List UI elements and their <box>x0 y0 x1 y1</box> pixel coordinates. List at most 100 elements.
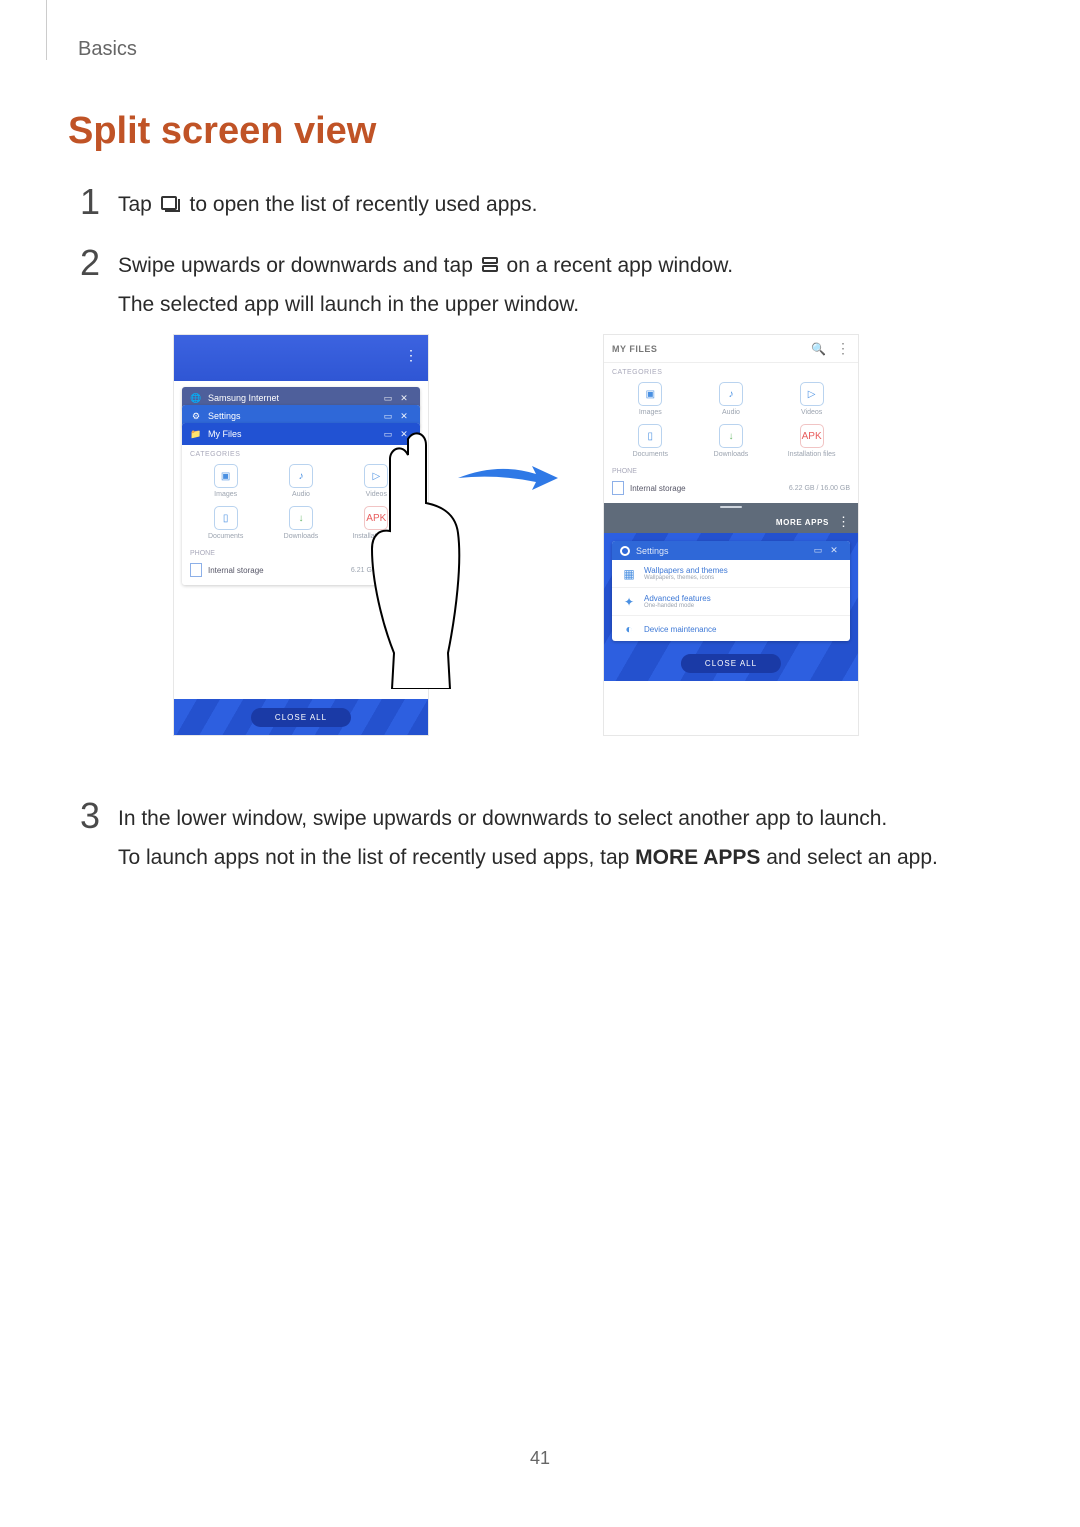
apk-icon: APK <box>364 506 388 530</box>
upper-app-title: MY FILES <box>612 344 811 354</box>
step-2-line1-pre: Swipe upwards or downwards and tap <box>118 254 479 277</box>
step-1-text-pre: Tap <box>118 193 158 216</box>
storage-usage: 6.22 GB / 16.00 GB <box>789 485 850 492</box>
cat-label: Images <box>188 491 263 498</box>
step-3-line1: In the lower window, swipe upwards or do… <box>118 807 887 830</box>
internal-storage-row: Internal storage 6.22 GB / 16.00 GB <box>604 477 858 503</box>
upper-app-body: CATEGORIES ▣ Images ♪ Audio ▷ Videos ▯ Docum… <box>604 363 858 503</box>
split-icon: ▭ <box>810 545 826 556</box>
images-icon: ▣ <box>214 464 238 488</box>
step-1-text-post: to open the list of recently used apps. <box>190 193 538 216</box>
cat-label: Downloads <box>264 533 339 540</box>
upper-app-title-bar: MY FILES 🔍 ⋮ <box>604 335 858 363</box>
categories-row-2: ▯ Documents ↓ Downloads APK Installation fi… <box>182 502 420 544</box>
settings-app-icon: ⚙ <box>190 410 202 422</box>
page-number: 41 <box>0 1448 1080 1469</box>
row-sub: One-handed mode <box>644 603 711 609</box>
storage-label: Internal storage <box>208 566 264 575</box>
storage-usage: 6.21 GB / 16.00 GB <box>351 567 412 574</box>
recent-title: My Files <box>208 429 380 439</box>
more-apps-button: MORE APPS <box>776 518 829 527</box>
phone-section-label: PHONE <box>182 544 420 559</box>
myfiles-body: CATEGORIES ▣ Images ♪ Audio ▷ Videos ▯ Docum… <box>182 445 420 585</box>
row-title: Wallpapers and themes <box>644 566 728 575</box>
categories-row-1: ▣ Images ♪ Audio ▷ Videos <box>182 460 420 502</box>
more-icon: ⋮ <box>836 340 850 357</box>
advanced-icon: ✦ <box>622 595 636 609</box>
step-number: 2 <box>80 243 118 325</box>
recent-title: Samsung Internet <box>208 393 380 403</box>
video-icon: ▷ <box>800 382 824 406</box>
maintenance-icon: ◐ <box>622 622 636 636</box>
storage-label: Internal storage <box>630 484 686 493</box>
downloads-icon: ↓ <box>719 424 743 448</box>
cat-label: Audio <box>691 409 771 416</box>
storage-icon <box>190 563 202 577</box>
close-icon: ✕ <box>396 393 412 404</box>
lower-card-title: Settings <box>636 546 810 556</box>
myfiles-app-icon: 📁 <box>190 428 202 440</box>
cat-label: Images <box>610 409 690 416</box>
page-heading: Split screen view <box>68 110 376 153</box>
close-icon: ✕ <box>396 411 412 422</box>
more-icon: ⋮ <box>404 347 418 364</box>
cat-label: Downloads <box>691 451 771 458</box>
step-3: 3 In the lower window, swipe upwards or … <box>80 796 980 878</box>
settings-app-icon <box>620 546 630 556</box>
categories-label: CATEGORIES <box>182 445 420 460</box>
split-icon: ▭ <box>380 429 396 440</box>
settings-row-wallpapers: ▦ Wallpapers and themes Wallpapers, them… <box>612 560 850 588</box>
cat-label: Installation files <box>772 451 852 458</box>
cat-label: Videos <box>339 491 414 498</box>
lower-pane: Settings ▭ ✕ ▦ Wallpapers and themes Wal… <box>604 533 858 681</box>
documents-icon: ▯ <box>638 424 662 448</box>
split-icon: ▭ <box>380 393 396 404</box>
step-2-line2: The selected app will launch in the uppe… <box>118 293 579 316</box>
step-1: 1 Tap to open the list of recently used … <box>80 182 980 225</box>
storage-icon <box>612 481 624 495</box>
more-apps-ref: MORE APPS <box>635 846 760 869</box>
images-icon: ▣ <box>638 382 662 406</box>
lower-recent-settings: Settings ▭ ✕ ▦ Wallpapers and themes Wal… <box>612 541 850 641</box>
arrow-icon <box>458 466 558 490</box>
phone-after: MY FILES 🔍 ⋮ CATEGORIES ▣ Images ♪ Audio ▷… <box>604 335 858 735</box>
search-icon: 🔍 <box>811 342 826 356</box>
settings-row-maintenance: ◐ Device maintenance <box>612 616 850 641</box>
row-sub: Wallpapers, themes, icons <box>644 575 728 581</box>
phone-section-label: PHONE <box>604 462 858 477</box>
internal-storage-row: Internal storage 6.21 GB / 16.00 GB <box>182 559 420 585</box>
categories-row-1: ▣ Images ♪ Audio ▷ Videos <box>604 378 858 420</box>
cat-label: Documents <box>188 533 263 540</box>
recent-card-myfiles: 📁 My Files ▭ ✕ CATEGORIES ▣ Images ♪ Audio… <box>182 423 420 585</box>
close-icon: ✕ <box>826 545 842 556</box>
audio-icon: ♪ <box>719 382 743 406</box>
categories-label: CATEGORIES <box>604 363 858 378</box>
recent-apps-icon <box>160 195 182 213</box>
close-all-button: CLOSE ALL <box>681 654 781 673</box>
row-title: Device maintenance <box>644 625 716 634</box>
downloads-icon: ↓ <box>289 506 313 530</box>
more-apps-bar: MORE APPS ⋮ <box>604 511 858 533</box>
step-3-line2-pre: To launch apps not in the list of recent… <box>118 846 635 869</box>
split-icon: ▭ <box>380 411 396 422</box>
categories-row-2: ▯Documents ↓Downloads APKInstallation fi… <box>604 420 858 462</box>
documents-icon: ▯ <box>214 506 238 530</box>
breadcrumb: Basics <box>78 38 137 61</box>
phone-before: ⋮ 🌐 Samsung Internet ▭ ✕ ⚙ Settings ▭ ✕ … <box>174 335 428 735</box>
step-number: 1 <box>80 182 118 225</box>
cat-label: Installation files <box>339 533 414 540</box>
close-icon: ✕ <box>396 429 412 440</box>
split-view-icon <box>481 256 499 274</box>
split-screen-illustration: ⋮ 🌐 Samsung Internet ▭ ✕ ⚙ Settings ▭ ✕ … <box>174 335 934 745</box>
status-bar: ⋮ <box>174 335 428 381</box>
close-all-button: CLOSE ALL <box>251 708 351 727</box>
cat-label: Videos <box>772 409 852 416</box>
cat-label: Documents <box>610 451 690 458</box>
recent-title: Settings <box>208 411 380 421</box>
cat-label: Audio <box>264 491 339 498</box>
audio-icon: ♪ <box>289 464 313 488</box>
step-2-line1-post: on a recent app window. <box>507 254 734 277</box>
video-icon: ▷ <box>364 464 388 488</box>
step-3-line2-post: and select an app. <box>760 846 937 869</box>
row-title: Advanced features <box>644 594 711 603</box>
